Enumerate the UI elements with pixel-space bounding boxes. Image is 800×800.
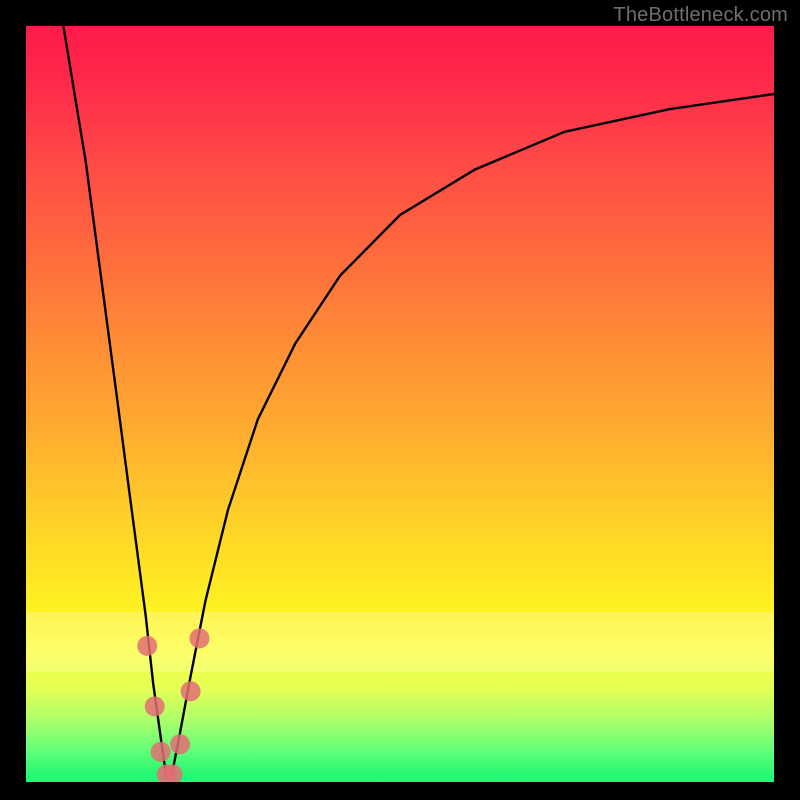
highlight-dot — [170, 734, 190, 754]
highlight-dot — [190, 628, 210, 648]
highlight-dot — [145, 696, 165, 716]
attribution-text: TheBottleneck.com — [613, 4, 788, 27]
curve-layer — [26, 26, 774, 782]
chart-outer: TheBottleneck.com — [0, 0, 800, 800]
plot-area — [26, 26, 774, 782]
highlight-dot — [137, 636, 157, 656]
bottleneck-curve — [63, 26, 774, 774]
highlight-dot — [151, 742, 171, 762]
highlight-dots — [137, 628, 209, 782]
highlight-dot — [181, 681, 201, 701]
